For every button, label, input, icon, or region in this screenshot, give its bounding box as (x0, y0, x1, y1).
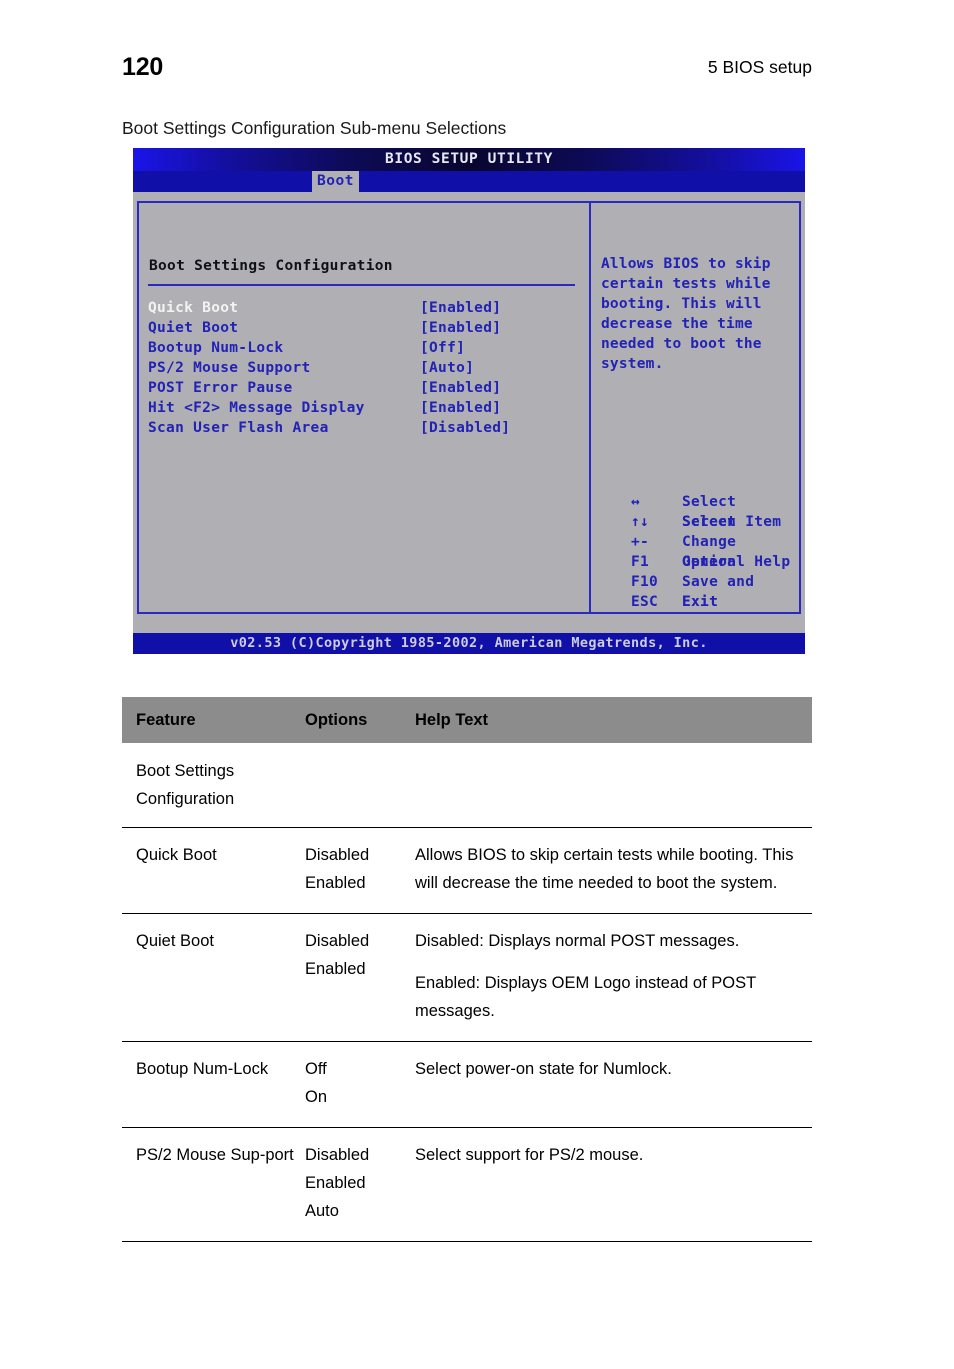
bios-key-legend-row: ↔ Select Screen (601, 492, 796, 530)
cell-options: Disabled Enabled Auto (305, 1141, 415, 1225)
option-value: Enabled (305, 960, 366, 978)
table-row: Quiet Boot Disabled Enabled Disabled: Displ… (122, 913, 812, 1041)
bios-setting-value[interactable]: [Enabled] (420, 318, 501, 338)
bios-key-description: Select Item (682, 514, 782, 530)
option-value: Disabled (305, 846, 370, 864)
column-header-help-text: Help Text (415, 710, 489, 729)
bios-setting-label: Quiet Boot (148, 320, 239, 336)
option-value: Enabled (305, 1174, 366, 1192)
bios-key-glyph: F10 (631, 574, 659, 590)
cell-help-text: Select power-on state for Numlock. (415, 1055, 812, 1111)
bios-setting-value[interactable]: [Enabled] (420, 298, 501, 318)
bios-settings-list: Quick Boot [Enabled] Quiet Boot [Enabled] Bo… (148, 298, 578, 438)
column-header-feature: Feature (136, 710, 196, 729)
cell-options (305, 757, 415, 813)
bios-setting-row[interactable]: Hit <F2> Message Display [Enabled] (148, 398, 578, 418)
help-paragraph: Enabled: Displays OEM Logo instead of PO… (415, 974, 756, 1020)
bios-body: Boot Settings Configuration Quick Boot [E… (133, 192, 805, 632)
bios-setting-row[interactable]: Quick Boot [Enabled] (148, 298, 578, 318)
page-number: 120 (122, 53, 164, 81)
bios-setup-screenshot: BIOS SETUP UTILITY Boot Boot Settings Co… (133, 148, 805, 654)
bios-key-legend-row: F1 General Help (601, 552, 796, 572)
bios-panel-divider (589, 201, 591, 614)
bios-footer-bar: v02.53 (C)Copyright 1985-2002, American … (133, 633, 805, 654)
cell-options: Disabled Enabled (305, 927, 415, 1025)
table-header-row: Feature Options Help Text (122, 697, 812, 743)
bios-setting-row[interactable]: Quiet Boot [Enabled] (148, 318, 578, 338)
cell-feature: PS/2 Mouse Sup-port (136, 1146, 294, 1164)
bios-tab-boot[interactable]: Boot (312, 171, 359, 192)
bios-setting-label: Scan User Flash Area (148, 420, 329, 436)
cell-options: Off On (305, 1055, 415, 1111)
bios-section-rule (148, 284, 575, 286)
cell-help-text: Allows BIOS to skip certain tests while … (415, 841, 812, 897)
bios-setting-value[interactable]: [Off] (420, 338, 465, 358)
bios-setting-value[interactable]: [Enabled] (420, 398, 501, 418)
bios-key-description: Exit (682, 594, 719, 610)
option-value: Disabled (305, 932, 370, 950)
help-paragraph: Allows BIOS to skip certain tests while … (415, 846, 794, 892)
bios-key-glyph: ESC (631, 594, 659, 610)
bios-help-text: Allows BIOS to skip certain tests while … (601, 256, 771, 372)
option-value: Auto (305, 1202, 339, 1220)
table-row: PS/2 Mouse Sup-port Disabled Enabled Auto Se… (122, 1127, 812, 1242)
bios-setting-value[interactable]: [Auto] (420, 358, 474, 378)
help-paragraph: Disabled: Displays normal POST messages. (415, 932, 740, 950)
bios-footer-gap (133, 624, 805, 633)
chapter-title: 5 BIOS setup (707, 57, 812, 77)
bios-key-glyph: F1 (631, 554, 650, 570)
bios-setting-row[interactable]: PS/2 Mouse Support [Auto] (148, 358, 578, 378)
page-header: 120 5 BIOS setup (122, 50, 812, 84)
cell-feature: Quiet Boot (136, 932, 214, 950)
bios-setting-label: Bootup Num-Lock (148, 340, 284, 356)
bios-key-legend-row: ↑↓ Select Item (601, 512, 796, 532)
bios-setting-row[interactable]: Bootup Num-Lock [Off] (148, 338, 578, 358)
bios-setting-value[interactable]: [Disabled] (420, 418, 510, 438)
bios-key-glyph: ↔ (631, 494, 641, 510)
section-caption: Boot Settings Configuration Sub-menu Sel… (122, 118, 507, 138)
bios-section-title: Boot Settings Configuration (149, 258, 393, 274)
bios-setting-value[interactable]: [Enabled] (420, 378, 501, 398)
bios-key-legend-row: F10 Save and Exit (601, 572, 796, 610)
cell-feature: Bootup Num-Lock (136, 1060, 269, 1078)
option-value: Disabled (305, 1146, 370, 1164)
bios-setting-label: POST Error Pause (148, 380, 293, 396)
option-value: Off (305, 1060, 327, 1078)
bios-key-legend-row: ESC Exit (601, 592, 796, 612)
cell-help-text (415, 757, 812, 813)
table-body: Boot Settings Configuration Quick Boot Dis… (122, 743, 812, 1242)
bios-setting-row[interactable]: Scan User Flash Area [Disabled] (148, 418, 578, 438)
option-value: On (305, 1088, 328, 1106)
cell-feature: Quick Boot (136, 846, 217, 864)
cell-help-text: Select support for PS/2 mouse. (415, 1141, 812, 1225)
bios-key-description: General Help (682, 554, 791, 570)
help-paragraph: Select support for PS/2 mouse. (415, 1146, 644, 1164)
bios-setting-label: Hit <F2> Message Display (148, 400, 365, 416)
bios-setting-label: Quick Boot (148, 300, 239, 316)
bios-setting-row[interactable]: POST Error Pause [Enabled] (148, 378, 578, 398)
column-header-options: Options (305, 710, 368, 729)
table-row: Quick Boot Disabled Enabled Allows BIOS to … (122, 827, 812, 913)
feature-table: Feature Options Help Text Boot Settings … (122, 697, 812, 1242)
help-paragraph: Select power-on state for Numlock. (415, 1060, 672, 1078)
cell-help-text: Disabled: Displays normal POST messages.… (415, 927, 812, 1025)
bios-title-bar: BIOS SETUP UTILITY (133, 148, 805, 171)
option-value: Enabled (305, 874, 366, 892)
cell-feature: Boot Settings Configuration (136, 762, 235, 808)
cell-options: Disabled Enabled (305, 841, 415, 897)
bios-key-glyph: ↑↓ (631, 514, 650, 530)
bios-setting-label: PS/2 Mouse Support (148, 360, 311, 376)
bios-key-legend-row: +- Change Option (601, 532, 796, 570)
table-row: Bootup Num-Lock Off On Select power-on stat… (122, 1041, 812, 1127)
bios-key-legend: ↔ Select Screen ↑↓ Select Item +- Change Opti… (601, 492, 796, 612)
table-row: Boot Settings Configuration (122, 743, 812, 827)
bios-menu-bar: Boot (133, 171, 805, 192)
bios-key-glyph: +- (631, 534, 650, 550)
